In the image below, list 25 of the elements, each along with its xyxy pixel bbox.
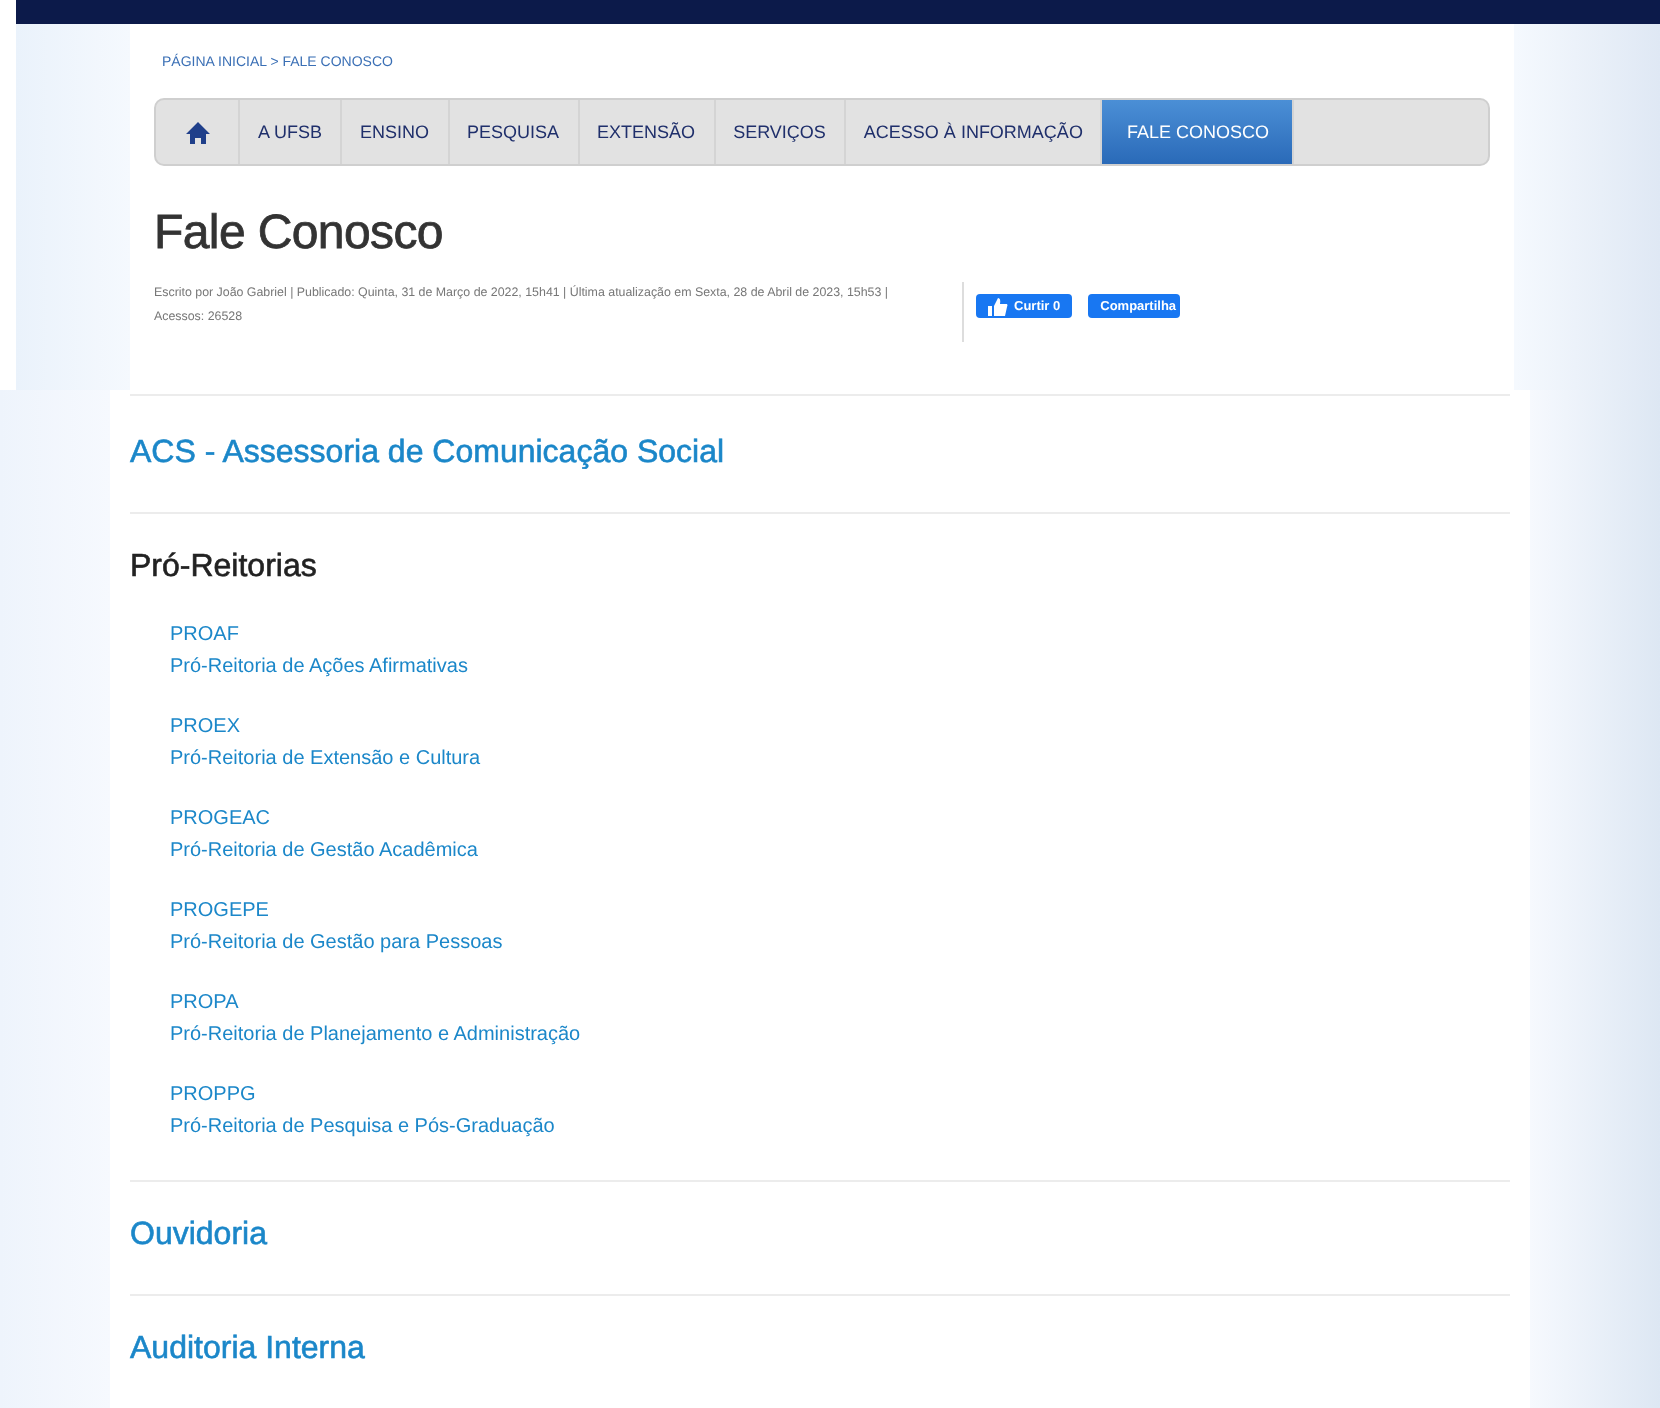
office-name-link[interactable]: Pró-Reitoria de Pesquisa e Pós-Graduação bbox=[170, 1114, 555, 1140]
office-acronym-link[interactable]: PROEX bbox=[170, 714, 241, 740]
thumbs-up-icon bbox=[988, 297, 1008, 315]
office-acronym-link[interactable]: PROGEPE bbox=[170, 898, 269, 924]
office-acronym-link[interactable]: PROPPG bbox=[170, 1082, 256, 1108]
section-link[interactable]: Auditoria Interna bbox=[130, 1332, 1510, 1368]
page-title: Fale Conosco bbox=[154, 206, 445, 262]
office-name-link[interactable]: Pró-Reitoria de Extensão e Cultura bbox=[170, 746, 481, 772]
nav-tab[interactable]: ENSINO bbox=[342, 100, 450, 164]
office-acronym-link[interactable]: PROAF bbox=[170, 622, 239, 648]
nav-tab[interactable]: FALE CONOSCO bbox=[1102, 100, 1295, 164]
office-name-link[interactable]: Pró-Reitoria de Gestão Acadêmica bbox=[170, 838, 478, 864]
section-link[interactable]: ACS - Assessoria de Comunicação Social bbox=[130, 436, 1510, 472]
nav-tab[interactable]: A UFSB bbox=[240, 100, 343, 164]
office-acronym-link[interactable]: PROGEAC bbox=[170, 806, 271, 832]
office-acronym-link[interactable]: PROPA bbox=[170, 990, 239, 1016]
home-icon bbox=[183, 119, 211, 145]
section-link[interactable]: Ouvidoria bbox=[130, 1218, 1510, 1254]
office-name-link[interactable]: Pró-Reitoria de Ações Afirmativas bbox=[170, 654, 468, 680]
nav-tab[interactable]: PESQUISA bbox=[449, 100, 580, 164]
office-name-link[interactable]: Pró-Reitoria de Planejamento e Administração bbox=[170, 1022, 581, 1048]
section-heading: Pró-Reitorias bbox=[130, 550, 319, 586]
nav-tab[interactable]: SERVIÇOS bbox=[715, 100, 846, 164]
office-name-link[interactable]: Pró-Reitoria de Gestão para Pessoas bbox=[170, 930, 503, 956]
nav-tab[interactable]: EXTENSÃO bbox=[579, 100, 716, 164]
